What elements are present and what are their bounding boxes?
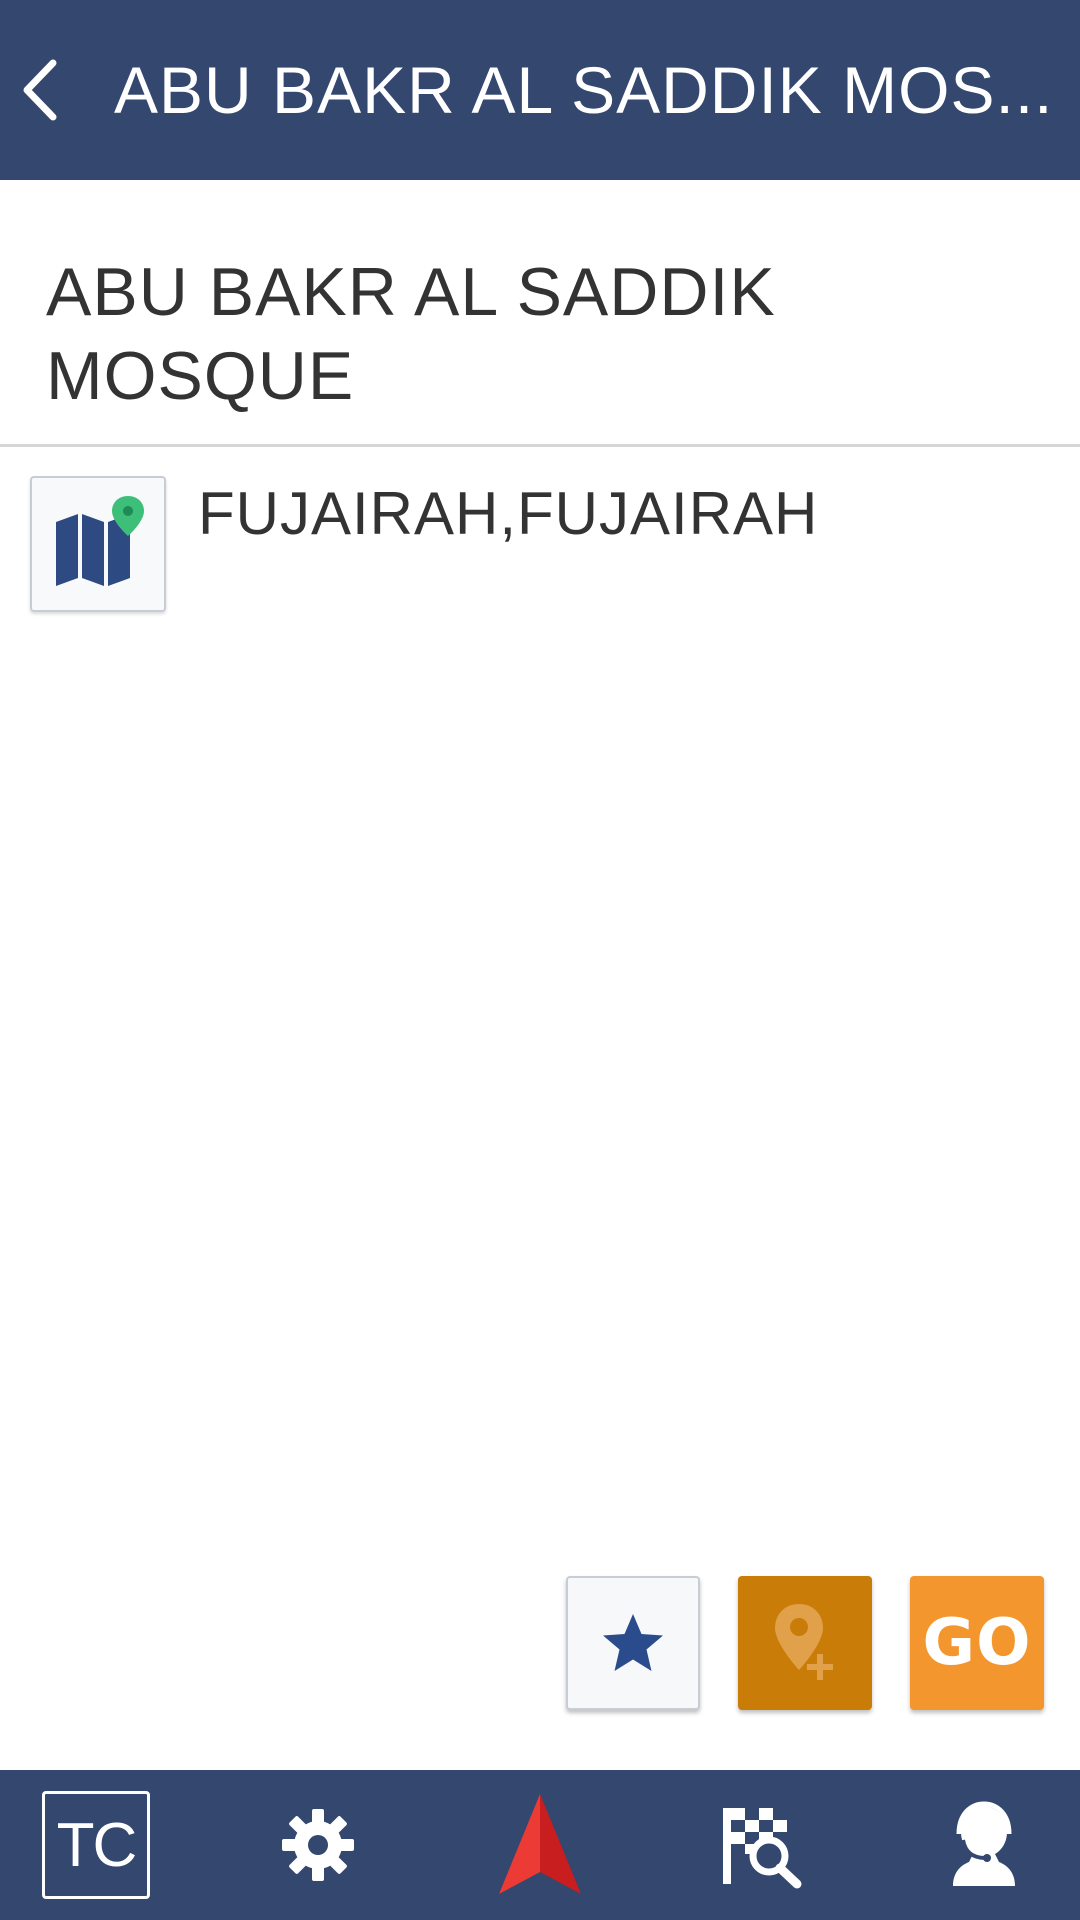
nav-tc-button[interactable]: TC <box>16 1770 176 1920</box>
tc-label: TC <box>56 1810 138 1880</box>
support-agent-icon <box>953 1801 1015 1886</box>
place-address: FUJAIRAH,FUJAIRAH <box>198 480 819 547</box>
nav-settings-button[interactable] <box>238 1770 398 1920</box>
go-button-label: GO <box>922 1606 1032 1680</box>
place-details-screen: ABU BAKR AL SADDIK MOS... ABU BAKR AL SA… <box>0 0 1080 1920</box>
bottom-nav: TC <box>0 1770 1080 1920</box>
map-pin-icon <box>56 496 144 586</box>
place-name: ABU BAKR AL SADDIK MOSQUE <box>46 254 776 414</box>
nav-navigate-button[interactable] <box>460 1770 620 1920</box>
go-button[interactable]: GO <box>910 1576 1044 1710</box>
app-bar: ABU BAKR AL SADDIK MOS... <box>0 0 1080 180</box>
chevron-left-icon <box>23 59 57 121</box>
favorite-button[interactable] <box>566 1576 700 1710</box>
back-button[interactable] <box>0 40 80 140</box>
add-location-icon <box>775 1604 833 1680</box>
tc-icon: TC <box>42 1791 150 1899</box>
star-icon <box>603 1614 663 1671</box>
add-place-button[interactable] <box>738 1576 872 1710</box>
settings-icon <box>282 1809 354 1881</box>
navigation-arrow-icon <box>499 1794 581 1894</box>
page-title: ABU BAKR AL SADDIK MOS... <box>114 53 1054 127</box>
divider <box>0 444 1080 447</box>
nav-support-button[interactable] <box>904 1770 1064 1920</box>
map-button[interactable] <box>30 476 166 612</box>
destination-search-icon <box>723 1808 802 1889</box>
nav-destination-search-button[interactable] <box>682 1770 842 1920</box>
